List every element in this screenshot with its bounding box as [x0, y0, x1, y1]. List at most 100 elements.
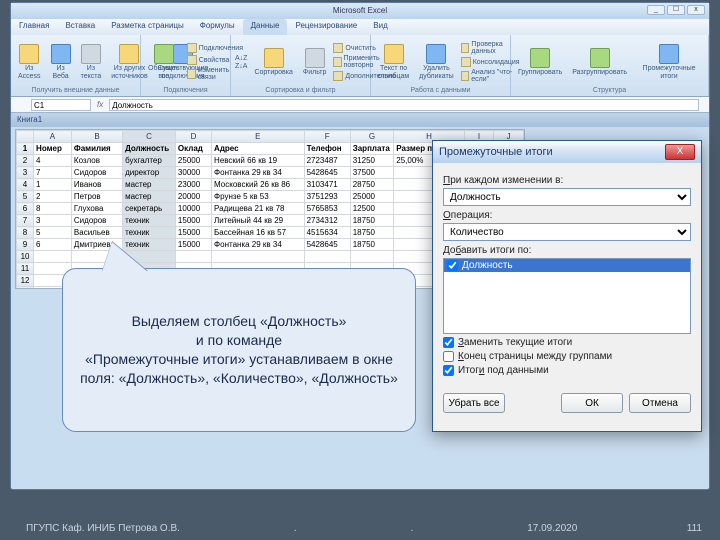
row-header[interactable]: 3	[17, 167, 34, 179]
cell[interactable]: бухгалтер	[123, 155, 176, 167]
cell[interactable]: Васильев	[71, 227, 122, 239]
ribbon-tab[interactable]: Данные	[243, 19, 288, 35]
cell[interactable]: 2734312	[304, 215, 350, 227]
col-header[interactable]: E	[212, 131, 305, 143]
cell[interactable]: 18750	[350, 239, 394, 251]
cell[interactable]: 18750	[350, 215, 394, 227]
cell[interactable]: Зарплата	[350, 143, 394, 155]
below-checkbox[interactable]	[443, 365, 454, 376]
cell[interactable]: 20000	[175, 191, 211, 203]
operation-combo[interactable]: Количество	[443, 223, 691, 241]
refresh-button[interactable]: Обновить все	[145, 42, 183, 83]
ungroup-button[interactable]: Разгруппировать	[569, 46, 630, 79]
additems-listbox[interactable]: Должность	[443, 258, 691, 334]
row-header[interactable]: 12	[17, 275, 34, 287]
cell[interactable]: Сидоров	[71, 167, 122, 179]
cell[interactable]	[212, 251, 305, 263]
ribbon-tab[interactable]: Вставка	[57, 19, 103, 35]
cell[interactable]: 2723487	[304, 155, 350, 167]
row-header[interactable]: 6	[17, 203, 34, 215]
dialog-titlebar[interactable]: Промежуточные итоги X	[433, 141, 701, 163]
row-header[interactable]: 11	[17, 263, 34, 275]
row-header[interactable]: 10	[17, 251, 34, 263]
ribbon-tab[interactable]: Формулы	[192, 19, 243, 35]
ribbon-tab[interactable]: Разметка страницы	[103, 19, 192, 35]
cell[interactable]: Сидоров	[71, 215, 122, 227]
cell[interactable]: 3751293	[304, 191, 350, 203]
cell[interactable]: Телефон	[304, 143, 350, 155]
ribbon-tab[interactable]: Главная	[11, 19, 57, 35]
cell[interactable]: Фонтанка 29 кв 34	[212, 167, 305, 179]
col-header[interactable]: B	[71, 131, 122, 143]
cell[interactable]: 28750	[350, 179, 394, 191]
cell[interactable]: Козлов	[71, 155, 122, 167]
each-change-combo[interactable]: Должность	[443, 188, 691, 206]
cell[interactable]	[304, 251, 350, 263]
list-item[interactable]: Должность	[444, 259, 690, 272]
cell[interactable]	[34, 251, 72, 263]
filter-button[interactable]: Фильтр	[300, 46, 330, 79]
pagebreak-checkbox[interactable]	[443, 351, 454, 362]
cell[interactable]: Петров	[71, 191, 122, 203]
cell[interactable]: техник	[123, 227, 176, 239]
cell[interactable]: техник	[123, 215, 176, 227]
cell[interactable]: 4	[34, 155, 72, 167]
row-header[interactable]: 5	[17, 191, 34, 203]
from-web-button[interactable]: Из Веба	[48, 42, 74, 83]
cell[interactable]: 10000	[175, 203, 211, 215]
cell[interactable]: 3	[34, 215, 72, 227]
cell[interactable]: 12500	[350, 203, 394, 215]
workbook-tab[interactable]: Книга1	[11, 113, 709, 127]
cancel-button[interactable]: Отмена	[629, 393, 691, 413]
cell[interactable]: 15000	[175, 215, 211, 227]
cell[interactable]: 18750	[350, 227, 394, 239]
cell[interactable]: Номер	[34, 143, 72, 155]
from-text-button[interactable]: Из текста	[78, 42, 105, 83]
cell[interactable]: 5	[34, 227, 72, 239]
cell[interactable]: 25000	[350, 191, 394, 203]
cell[interactable]: Бассейная 16 кв 57	[212, 227, 305, 239]
cell[interactable]: 15000	[175, 239, 211, 251]
remove-all-button[interactable]: Убрать все	[443, 393, 505, 413]
col-header[interactable]	[17, 131, 34, 143]
row-header[interactable]: 2	[17, 155, 34, 167]
row-header[interactable]: 8	[17, 227, 34, 239]
cell[interactable]: Фамилия	[71, 143, 122, 155]
cell[interactable]: Адрес	[212, 143, 305, 155]
col-header[interactable]: C	[123, 131, 176, 143]
name-box[interactable]: C1	[31, 99, 91, 111]
minimize-icon[interactable]: _	[647, 5, 665, 15]
cell[interactable]: Оклад	[175, 143, 211, 155]
replace-checkbox[interactable]	[443, 337, 454, 348]
fx-icon[interactable]: fx	[97, 100, 103, 109]
cell[interactable]: 31250	[350, 155, 394, 167]
cell[interactable]: мастер	[123, 179, 176, 191]
cell[interactable]: 1	[34, 179, 72, 191]
cell[interactable]: 7	[34, 167, 72, 179]
sort-button[interactable]: Сортировка	[251, 46, 295, 79]
col-header[interactable]: A	[34, 131, 72, 143]
cell[interactable]: 23000	[175, 179, 211, 191]
cell[interactable]: 3103471	[304, 179, 350, 191]
row-header[interactable]: 9	[17, 239, 34, 251]
ribbon-tab[interactable]: Рецензирование	[287, 19, 365, 35]
col-header[interactable]: D	[175, 131, 211, 143]
sort-za-button[interactable]: Z↓A	[235, 63, 247, 70]
text-to-columns-button[interactable]: Текст по столбцам	[375, 42, 412, 83]
cell[interactable]: 5765853	[304, 203, 350, 215]
cell[interactable]: Невский 66 кв 19	[212, 155, 305, 167]
row-header[interactable]: 4	[17, 179, 34, 191]
close-icon[interactable]: x	[687, 5, 705, 15]
row-header[interactable]: 1	[17, 143, 34, 155]
row-header[interactable]: 7	[17, 215, 34, 227]
cell[interactable]: 15000	[175, 227, 211, 239]
cell[interactable]: Глухова	[71, 203, 122, 215]
subtotal-button[interactable]: Промежуточные итоги	[634, 42, 704, 83]
cell[interactable]: Фонтанка 29 кв 34	[212, 239, 305, 251]
cell[interactable]: Иванов	[71, 179, 122, 191]
cell[interactable]	[175, 251, 211, 263]
cell[interactable]: Должность	[123, 143, 176, 155]
row-header[interactable]: 13	[17, 287, 34, 290]
cell[interactable]: 5428645	[304, 239, 350, 251]
ok-button[interactable]: ОК	[561, 393, 623, 413]
